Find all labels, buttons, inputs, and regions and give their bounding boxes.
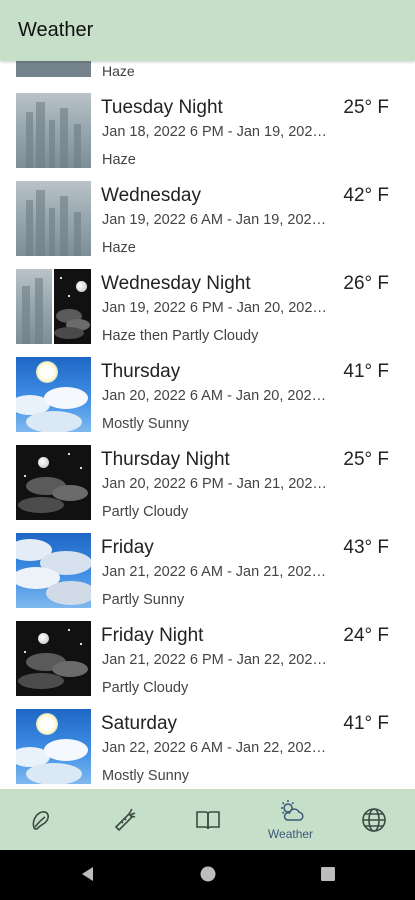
- system-navigation-bar: [0, 850, 415, 900]
- globe-icon: [361, 807, 386, 832]
- forecast-condition: Haze then Partly Cloudy: [102, 328, 259, 344]
- forecast-time-range: Jan 18, 2022 6 PM - Jan 19, 2022 6 AM: [102, 124, 334, 140]
- partly-sunny-icon: [16, 533, 91, 608]
- haze-icon: [16, 61, 91, 77]
- forecast-time-range: Jan 19, 2022 6 AM - Jan 19, 2022 6 PM: [102, 212, 334, 228]
- forecast-temperature: 25° F: [343, 449, 389, 470]
- forecast-temperature: 43° F: [343, 537, 389, 558]
- haze-icon: [16, 93, 91, 168]
- forecast-temperature: 41° F: [343, 361, 389, 382]
- haze-icon: [16, 181, 91, 256]
- list-item[interactable]: Friday 43° F Jan 21, 2022 6 AM - Jan 21,…: [0, 533, 415, 621]
- list-item[interactable]: Saturday 41° F Jan 22, 2022 6 AM - Jan 2…: [0, 709, 415, 789]
- forecast-temperature: 25° F: [343, 97, 389, 118]
- list-item[interactable]: Thursday Night 25° F Jan 20, 2022 6 PM -…: [0, 445, 415, 533]
- forecast-condition: Haze: [102, 63, 135, 79]
- forecast-period: Saturday: [101, 713, 178, 734]
- forecast-condition: Mostly Sunny: [102, 416, 190, 432]
- weather-icon: [280, 800, 304, 821]
- nav-item-weather[interactable]: Weather: [249, 789, 332, 850]
- recents-icon[interactable]: [318, 864, 338, 884]
- forecast-time-range: Jan 20, 2022 6 AM - Jan 20, 2022 6 PM: [102, 388, 334, 404]
- leaf-icon: [32, 810, 49, 830]
- list-item[interactable]: Wednesday 42° F Jan 19, 2022 6 AM - Jan …: [0, 181, 415, 269]
- mostly-sunny-icon: [16, 357, 91, 432]
- app-bar: Weather: [0, 0, 415, 61]
- forecast-list[interactable]: Haze Tuesday Night 25° F Jan 18, 2022 6 …: [0, 61, 415, 789]
- forecast-period: Friday: [101, 537, 154, 558]
- home-icon[interactable]: [198, 864, 218, 884]
- forecast-period: Wednesday Night: [101, 273, 251, 294]
- forecast-temperature: 24° F: [343, 625, 389, 646]
- nav-item-journal[interactable]: [166, 789, 249, 850]
- forecast-temperature: 42° F: [343, 185, 389, 206]
- partly-cloudy-night-icon: [16, 445, 91, 520]
- nav-item-vegetables[interactable]: [83, 789, 166, 850]
- forecast-temperature: 41° F: [343, 713, 389, 734]
- forecast-time-range: Jan 22, 2022 6 AM - Jan 22, 2022 6 PM: [102, 740, 334, 756]
- bottom-navigation: Weather: [0, 789, 415, 850]
- carrot-icon: [114, 808, 135, 831]
- page-title: Weather: [18, 19, 94, 41]
- forecast-time-range: Jan 20, 2022 6 PM - Jan 21, 2022 6 AM: [102, 476, 334, 492]
- nav-label-weather: Weather: [267, 827, 314, 841]
- list-item-partial[interactable]: Haze: [0, 61, 415, 82]
- forecast-period: Thursday: [101, 361, 181, 382]
- forecast-period: Wednesday: [101, 185, 201, 206]
- forecast-time-range: Jan 21, 2022 6 AM - Jan 21, 2022 6 PM: [102, 564, 334, 580]
- forecast-time-range: Jan 19, 2022 6 PM - Jan 20, 2022 6 AM: [102, 300, 334, 316]
- list-item[interactable]: Thursday 41° F Jan 20, 2022 6 AM - Jan 2…: [0, 357, 415, 445]
- nav-item-plants[interactable]: [0, 789, 83, 850]
- forecast-condition: Partly Cloudy: [102, 504, 189, 520]
- back-icon[interactable]: [78, 864, 98, 884]
- forecast-condition: Haze: [102, 240, 136, 256]
- book-icon: [195, 810, 220, 829]
- list-item[interactable]: Tuesday Night 25° F Jan 18, 2022 6 PM - …: [0, 93, 415, 181]
- forecast-condition: Mostly Sunny: [102, 768, 190, 784]
- nav-item-web[interactable]: [332, 789, 415, 850]
- forecast-condition: Partly Sunny: [102, 592, 185, 608]
- forecast-time-range: Jan 21, 2022 6 PM - Jan 22, 2022 6 AM: [102, 652, 334, 668]
- mostly-sunny-icon: [16, 709, 91, 784]
- forecast-period: Tuesday Night: [101, 97, 223, 118]
- list-item[interactable]: Wednesday Night 26° F Jan 19, 2022 6 PM …: [0, 269, 415, 357]
- forecast-period: Friday Night: [101, 625, 204, 646]
- forecast-condition: Partly Cloudy: [102, 680, 189, 696]
- partly-cloudy-night-icon: [16, 621, 91, 696]
- forecast-temperature: 26° F: [343, 273, 389, 294]
- forecast-condition: Haze: [102, 152, 136, 168]
- forecast-period: Thursday Night: [101, 449, 230, 470]
- haze-then-partly-cloudy-icon: [16, 269, 91, 344]
- list-item[interactable]: Friday Night 24° F Jan 21, 2022 6 PM - J…: [0, 621, 415, 709]
